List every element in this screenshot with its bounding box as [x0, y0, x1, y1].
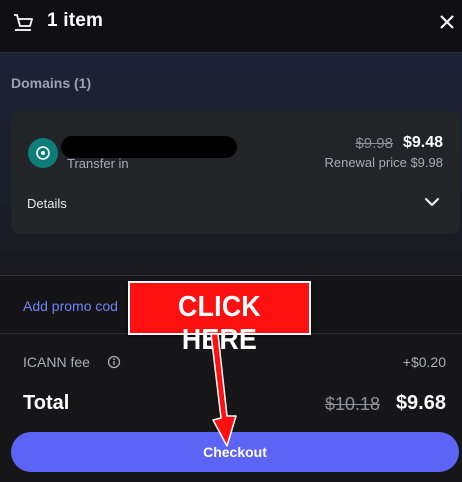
- domain-transfer-icon: [28, 138, 58, 168]
- close-icon[interactable]: [438, 13, 456, 31]
- details-label: Details: [27, 196, 67, 211]
- total-new-price: $9.68: [395, 392, 446, 414]
- domains-section: Domains (1) Transfer in $9.98 $9.48 Rene…: [0, 53, 462, 276]
- chevron-down-icon: [425, 198, 439, 206]
- add-promo-code-link[interactable]: Add promo cod: [23, 298, 118, 314]
- domain-old-price: $9.98: [355, 135, 393, 152]
- renewal-price: Renewal price $9.98: [324, 155, 443, 170]
- click-here-callout: CLICK HERE: [128, 281, 311, 356]
- cart-title: 1 item: [47, 10, 104, 31]
- domains-section-title: Domains (1): [11, 75, 92, 91]
- cart-header: 1 item: [0, 0, 462, 53]
- domain-name-redacted: [61, 136, 237, 158]
- domain-new-price: $9.48: [402, 134, 443, 151]
- details-toggle[interactable]: Details: [11, 183, 460, 223]
- cart-panel: 1 item Domains (1) Transfer in $9.98 $9.…: [0, 0, 462, 482]
- domain-card: Transfer in $9.98 $9.48 Renewal price $9…: [11, 111, 460, 234]
- annotation-arrow-icon: [210, 333, 237, 447]
- cart-icon: [14, 14, 33, 31]
- info-icon[interactable]: [107, 355, 121, 369]
- total-label: Total: [23, 392, 70, 414]
- icann-fee-label: ICANN fee: [23, 354, 90, 370]
- total-old-price: $10.18: [324, 394, 380, 414]
- domain-subtitle: Transfer in: [67, 156, 129, 171]
- icann-fee-value: +$0.20: [402, 354, 446, 370]
